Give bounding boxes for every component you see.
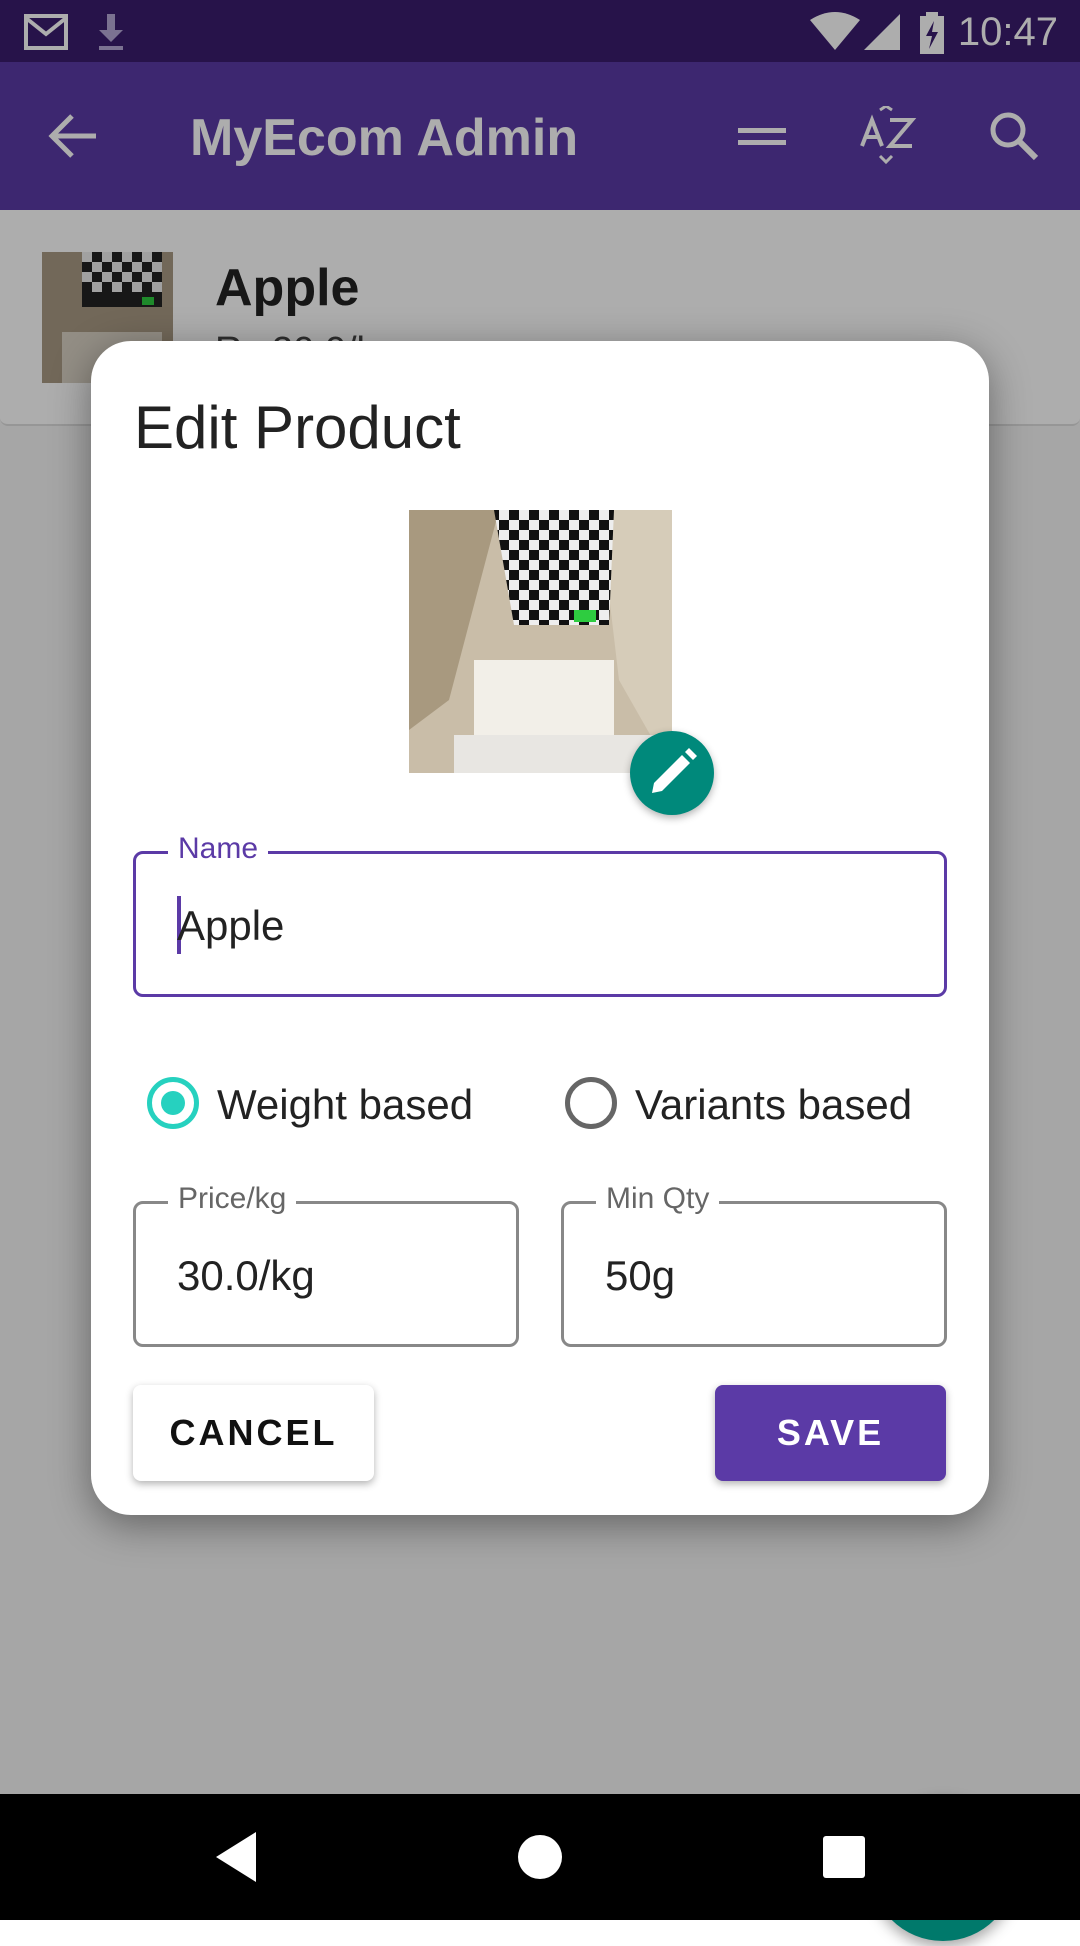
radio-weight-based-label: Weight based — [217, 1081, 474, 1128]
nav-recents-icon[interactable] — [811, 1824, 877, 1890]
edit-image-button[interactable] — [630, 731, 714, 815]
min-qty-field-value[interactable]: 50g — [605, 1252, 675, 1300]
cancel-button[interactable]: CANCEL — [133, 1385, 374, 1481]
min-qty-field-label: Min Qty — [596, 1182, 720, 1216]
save-button[interactable]: SAVE — [715, 1385, 946, 1481]
name-field[interactable]: Name Apple — [133, 832, 947, 997]
edit-product-dialog: Edit Product Name Apple Weight based Var… — [91, 341, 989, 1515]
name-field-value[interactable]: Apple — [177, 902, 284, 950]
nav-back-icon[interactable] — [204, 1824, 270, 1890]
name-field-label: Name — [168, 832, 269, 866]
radio-variants-based-button[interactable] — [565, 1077, 617, 1129]
pencil-icon — [652, 748, 697, 793]
price-field-value[interactable]: 30.0/kg — [177, 1252, 315, 1300]
price-field-label: Price/kg — [168, 1182, 297, 1216]
price-field[interactable]: Price/kg 30.0/kg — [133, 1182, 519, 1347]
radio-variants-based-label: Variants based — [635, 1081, 913, 1128]
min-qty-field[interactable]: Min Qty 50g — [561, 1182, 947, 1347]
nav-home-icon[interactable] — [507, 1824, 573, 1890]
radio-weight-based-button[interactable] — [147, 1077, 199, 1129]
dialog-title: Edit Product — [134, 394, 461, 461]
navigation-bar — [0, 1794, 1080, 1920]
